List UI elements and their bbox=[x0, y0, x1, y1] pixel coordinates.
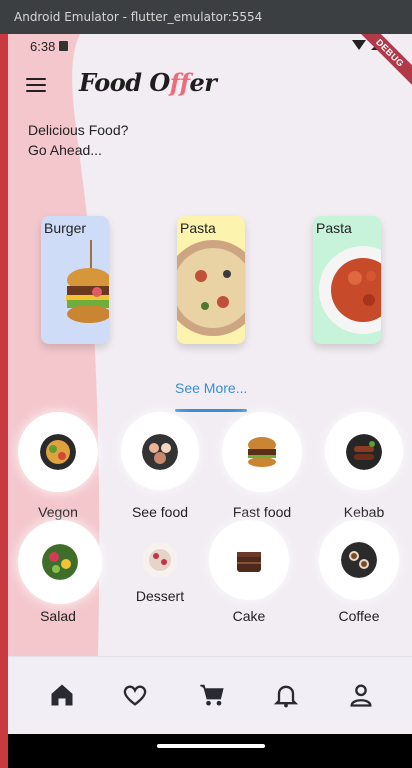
pasta-image bbox=[319, 246, 381, 334]
bell-icon[interactable] bbox=[272, 681, 300, 709]
category-coffee[interactable]: Coffee bbox=[314, 520, 404, 624]
home-gesture-pill[interactable] bbox=[157, 744, 265, 748]
coffee-icon bbox=[341, 542, 377, 578]
category-label: Fast food bbox=[232, 504, 292, 520]
category-salad[interactable]: Salad bbox=[13, 520, 103, 624]
category-seafood[interactable]: See food bbox=[115, 412, 205, 532]
system-home-bar bbox=[8, 734, 412, 768]
hamburger-icon bbox=[26, 78, 46, 80]
cart-icon[interactable] bbox=[198, 681, 226, 709]
burger-image bbox=[66, 240, 109, 323]
heart-icon[interactable] bbox=[121, 681, 149, 709]
category-kebab[interactable]: Kebab bbox=[319, 412, 409, 532]
category-label: Kebab bbox=[343, 504, 385, 520]
tagline-line-2: Go Ahead... bbox=[28, 142, 102, 158]
category-label: Dessert bbox=[135, 588, 185, 604]
featured-card-label: Burger bbox=[44, 220, 87, 236]
category-dessert[interactable]: Dessert bbox=[115, 534, 205, 614]
cake-icon bbox=[237, 552, 261, 572]
window-title: Android Emulator - flutter_emulator:5554 bbox=[14, 10, 263, 24]
tagline-line-1: Delicious Food? bbox=[28, 122, 129, 138]
category-label: Cake bbox=[232, 608, 266, 624]
featured-card-burger[interactable]: Burger bbox=[41, 216, 109, 344]
burger-icon bbox=[248, 437, 276, 467]
salad-icon bbox=[42, 544, 78, 580]
emulator-frame-edge bbox=[0, 34, 8, 768]
menu-button[interactable] bbox=[26, 78, 46, 94]
featured-card-label: Pasta bbox=[180, 220, 216, 236]
featured-card-pasta-2[interactable]: Pasta bbox=[313, 216, 381, 344]
status-time: 6:38 bbox=[30, 39, 56, 54]
featured-card-label: Pasta bbox=[316, 220, 352, 236]
category-label: Vegon bbox=[38, 504, 78, 520]
category-vegon[interactable]: Vegon bbox=[13, 412, 103, 532]
salad-bowl-icon bbox=[40, 434, 76, 470]
seafood-platter-icon bbox=[142, 434, 178, 470]
category-label: See food bbox=[131, 504, 189, 520]
category-label: Salad bbox=[40, 608, 76, 624]
status-bar: 6:38 DEBUG bbox=[8, 34, 412, 87]
profile-icon[interactable] bbox=[347, 681, 375, 709]
dessert-icon bbox=[142, 542, 178, 578]
bottom-navigation bbox=[8, 656, 412, 730]
tagline: Delicious Food? Go Ahead... bbox=[28, 120, 128, 160]
window-title-bar: Android Emulator - flutter_emulator:5554 bbox=[0, 0, 412, 34]
category-cake[interactable]: Cake bbox=[204, 520, 294, 624]
wifi-icon bbox=[352, 40, 366, 50]
home-icon[interactable] bbox=[48, 681, 76, 709]
sd-card-icon bbox=[59, 41, 68, 51]
pizza-image bbox=[177, 240, 245, 336]
featured-card-pasta[interactable]: Pasta bbox=[177, 216, 245, 344]
see-more-link[interactable]: See More... bbox=[175, 380, 247, 396]
kebab-plate-icon bbox=[346, 434, 382, 470]
category-label: Coffee bbox=[338, 608, 380, 624]
phone-screen: 6:38 DEBUG Food Offer Delicious Food? Go… bbox=[8, 34, 412, 768]
featured-carousel[interactable]: Burger Pasta Pasta bbox=[8, 216, 412, 346]
category-fast-food[interactable]: Fast food bbox=[217, 412, 307, 532]
app-logo: Food Offer bbox=[79, 68, 217, 97]
